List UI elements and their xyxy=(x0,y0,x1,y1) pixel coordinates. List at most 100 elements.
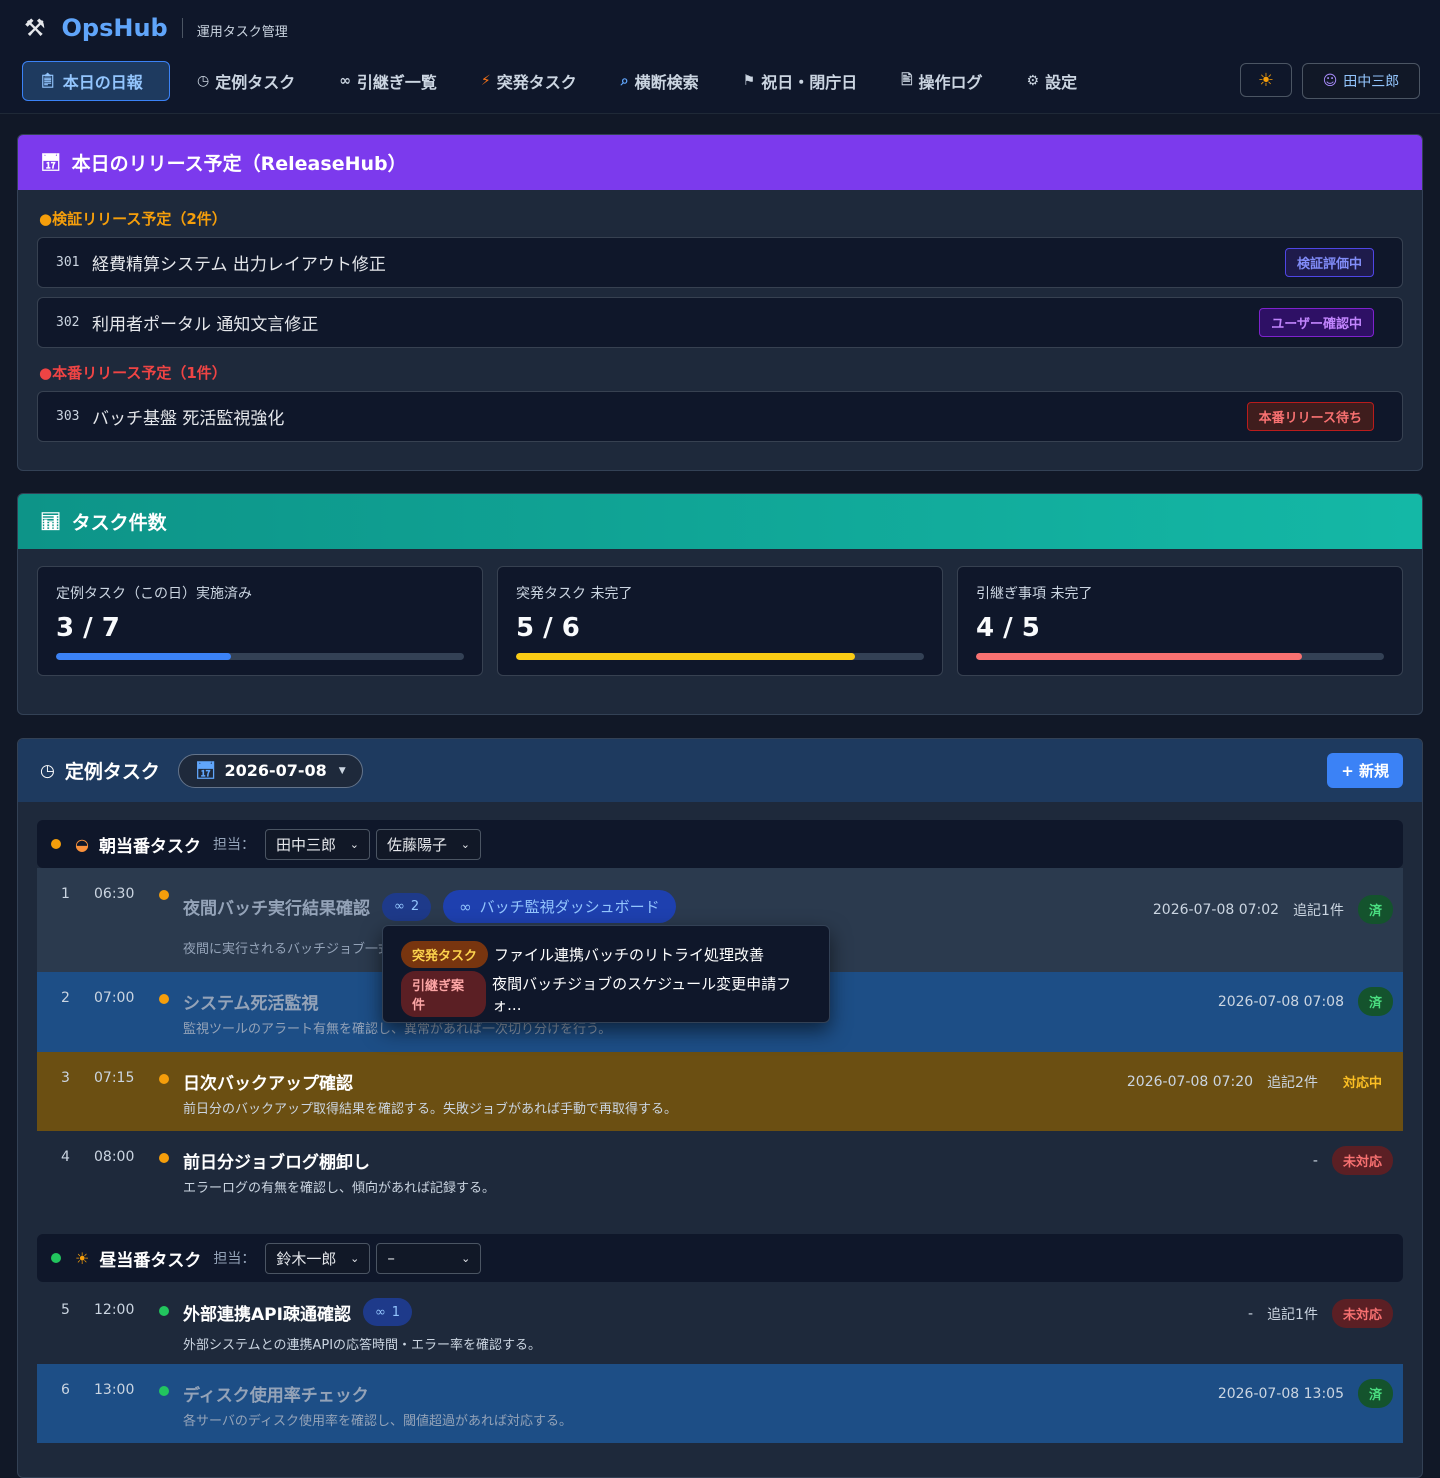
count-label: 突発タスク 未完了 xyxy=(516,586,633,602)
caret-down-icon: ▼ xyxy=(338,765,346,776)
nav-cross-search[interactable]: ⌕ 横断検索 xyxy=(604,61,716,101)
popover-tag: 突発タスク xyxy=(401,940,489,968)
memo-icon: 🖹 xyxy=(901,72,913,88)
link-count-chip[interactable]: ∞ 1 xyxy=(362,1298,413,1326)
link-count-chip[interactable]: ∞ 2 xyxy=(382,892,432,921)
sun-icon: ☀ xyxy=(75,1248,90,1268)
shift-header: ☀ 昼当番タスク 担当： 鈴木一郎 ⌄ – ⌄ xyxy=(37,1234,1403,1282)
task-time: 07:00 xyxy=(94,990,135,1006)
task-row[interactable]: 3 07:15 日次バックアップ確認 前日分のバックアップ取得結果を確認する。失… xyxy=(37,1052,1403,1131)
release-card-header: 📅︎ 本日のリリース予定（ReleaseHub） xyxy=(18,135,1422,190)
nav-label: 設定 xyxy=(1045,73,1078,92)
task-description: 夜間に実行されるバッチジョブ一式 xyxy=(183,942,392,957)
status-badge[interactable]: 済 xyxy=(1357,895,1393,924)
task-time: 08:00 xyxy=(94,1149,135,1165)
release-row[interactable]: 302 利用者ポータル 通知文言修正 ユーザー確認中 xyxy=(37,297,1403,348)
nav-operation-log[interactable]: 🖹 操作ログ xyxy=(884,61,999,101)
release-title: 利用者ポータル 通知文言修正 xyxy=(92,315,319,335)
task-description: エラーログの有無を確認し、傾向があれば記録する。 xyxy=(183,1181,496,1196)
chevron-down-icon: ⌄ xyxy=(349,837,359,851)
release-row[interactable]: 301 経費精算システム 出力レイアウト修正 検証評価中 xyxy=(37,237,1403,288)
popover-text: 夜間バッチジョブのスケジュール変更申請フォ... xyxy=(492,975,792,1014)
magnifier-icon: ⌕ xyxy=(620,73,629,89)
count-label: 定例タスク（この日）実施済み xyxy=(56,586,252,602)
linked-items-popover: 突発タスク ファイル連携バッチのリトライ処理改善 引継ぎ案件 夜間バッチジョブの… xyxy=(382,925,830,1023)
nav-routine-tasks[interactable]: ◷ 定例タスク xyxy=(180,61,312,101)
assignee-select-2[interactable]: 佐藤陽子 ⌄ xyxy=(375,828,481,860)
task-note-count[interactable]: 追記2件 xyxy=(1267,1072,1318,1092)
task-number: 4 xyxy=(61,1149,70,1165)
dashboard-link-label: バッチ監視ダッシュボード xyxy=(479,898,660,916)
nav-adhoc-tasks[interactable]: ⚡︎ 突発タスク xyxy=(464,61,594,101)
flags-icon: ⚑ xyxy=(742,73,756,89)
progress-bar xyxy=(976,653,1384,660)
task-note-count[interactable]: 追記1件 xyxy=(1293,900,1344,920)
calendar-icon: 📅︎ xyxy=(40,152,62,173)
progress-fill xyxy=(516,653,855,660)
brand[interactable]: ⚒ OpsHub 運用タスク管理 xyxy=(24,14,288,42)
task-number: 6 xyxy=(61,1382,70,1398)
new-task-button[interactable]: + 新規 xyxy=(1327,753,1403,788)
shift-title: 朝当番タスク xyxy=(98,836,201,857)
status-badge[interactable]: 対応中 xyxy=(1332,1067,1393,1096)
selected-value: 鈴木一郎 xyxy=(276,1249,337,1268)
sunrise-icon: ◒ xyxy=(75,834,89,854)
nav-settings[interactable]: ⚙ 設定 xyxy=(1010,61,1095,101)
task-title: ディスク使用率チェック xyxy=(183,1386,369,1406)
date-picker[interactable]: 📅︎ 2026-07-08 ▼ xyxy=(177,753,363,788)
task-count-title: タスク件数 xyxy=(71,512,167,534)
release-id: 303 xyxy=(56,409,80,424)
nav-label: 突発タスク xyxy=(496,73,577,92)
status-badge[interactable]: 未対応 xyxy=(1331,1146,1393,1175)
nav-daily-report[interactable]: 📋︎ 本日の日報 xyxy=(22,61,170,101)
user-menu-button[interactable]: ☺ 田中三郎 xyxy=(1302,63,1420,99)
chevron-down-icon: ⌄ xyxy=(461,1251,471,1265)
nav-label: 操作ログ xyxy=(918,73,983,92)
task-description: 前日分のバックアップ取得結果を確認する。失敗ジョブがあれば手動で再取得する。 xyxy=(183,1102,678,1117)
morning-shift: ◒ 朝当番タスク 担当： 田中三郎 ⌄ 佐藤陽子 ⌄ 1 06:30 夜間バッチ実行… xyxy=(37,820,1403,1211)
popover-item[interactable]: 引継ぎ案件 夜間バッチジョブのスケジュール変更申請フォ... xyxy=(401,971,811,1017)
task-title: 日次バックアップ確認 xyxy=(183,1074,353,1094)
task-meta: 2026-07-08 07:02 追記1件 済 xyxy=(1153,895,1393,924)
count-box-routine: 定例タスク（この日）実施済み 3 / 7 xyxy=(37,566,483,676)
task-note-count[interactable]: 追記1件 xyxy=(1267,1304,1318,1324)
progress-bar xyxy=(516,653,924,660)
nav-holidays[interactable]: ⚑ 祝日・閉庁日 xyxy=(726,61,875,101)
shift-dot xyxy=(51,1253,61,1263)
task-row[interactable]: 5 12:00 外部連携API疎通確認 ∞ 1 外部システムとの連携APIの応答時… xyxy=(37,1282,1403,1364)
release-card: 📅︎ 本日のリリース予定（ReleaseHub） ●検証リリース予定（2件） 3… xyxy=(17,134,1423,471)
task-title: システム死活監視 xyxy=(183,994,319,1014)
release-id: 301 xyxy=(56,255,80,270)
task-title-wrap: 夜間バッチ実行結果確認 ∞ 2 ∞ バッチ監視ダッシュボード xyxy=(183,890,676,923)
release-row[interactable]: 303 バッチ基盤 死活監視強化 本番リリース待ち xyxy=(37,391,1403,442)
status-badge[interactable]: 済 xyxy=(1357,987,1393,1016)
status-badge[interactable]: 未対応 xyxy=(1331,1299,1393,1328)
chevron-down-icon: ⌄ xyxy=(350,1251,360,1265)
bar-chart-icon: 📊︎ xyxy=(40,511,62,532)
task-meta: 2026-07-08 07:20 追記2件 対応中 xyxy=(1127,1067,1393,1096)
user-name: 田中三郎 xyxy=(1343,74,1400,90)
task-row[interactable]: 4 08:00 前日分ジョブログ棚卸し エラーログの有無を確認し、傾向があれば記… xyxy=(37,1131,1403,1211)
nav-handover-list[interactable]: ∞ 引継ぎ一覧 xyxy=(322,61,454,101)
theme-toggle-button[interactable]: ☀ xyxy=(1240,63,1292,97)
task-time: 13:00 xyxy=(94,1382,135,1398)
task-row[interactable]: 6 13:00 ディスク使用率チェック 各サーバのディスク使用率を確認し、閾値超… xyxy=(37,1364,1403,1443)
assignee-select-1[interactable]: 田中三郎 ⌄ xyxy=(264,828,370,860)
task-title: 外部連携API疎通確認 xyxy=(183,1304,351,1325)
task-row[interactable]: 1 06:30 夜間バッチ実行結果確認 ∞ 2 ∞ バッチ監視ダッシュボード 夜間に… xyxy=(37,868,1403,1023)
status-badge[interactable]: 済 xyxy=(1357,1379,1393,1408)
popover-item[interactable]: 突発タスク ファイル連携バッチのリトライ処理改善 xyxy=(401,940,811,968)
shift-title: 昼当番タスク xyxy=(99,1250,202,1271)
assign-label: 担当： xyxy=(212,837,255,853)
assignee-select-2[interactable]: – ⌄ xyxy=(376,1242,482,1274)
task-timestamp: 2026-07-08 07:20 xyxy=(1126,1073,1254,1090)
sun-icon: ☀ xyxy=(1257,69,1275,91)
release-id: 302 xyxy=(56,315,80,330)
nav-label: 引継ぎ一覧 xyxy=(356,73,437,92)
assignee-select-1[interactable]: 鈴木一郎 ⌄ xyxy=(265,1242,371,1274)
task-title: 前日分ジョブログ棚卸し xyxy=(183,1153,370,1173)
verify-release-group-label: ●検証リリース予定（2件） xyxy=(39,210,227,228)
dashboard-link[interactable]: ∞ バッチ監視ダッシュボード xyxy=(443,890,676,923)
popover-tag: 引継ぎ案件 xyxy=(401,971,487,1017)
task-number: 5 xyxy=(61,1302,70,1318)
